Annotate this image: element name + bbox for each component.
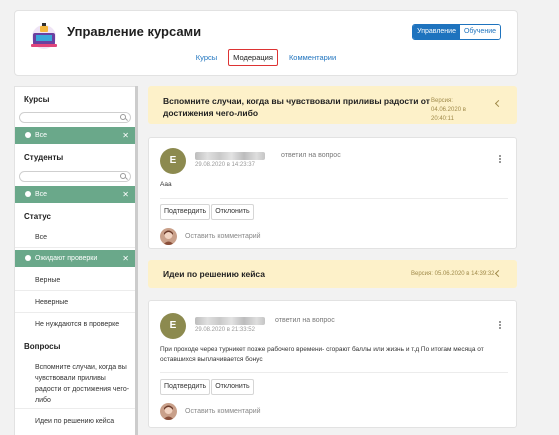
close-icon[interactable]: ✕ <box>122 186 129 203</box>
search-icon <box>120 173 126 179</box>
divider <box>15 408 137 409</box>
avatar: E <box>160 148 186 174</box>
more-vertical-icon[interactable] <box>499 155 502 164</box>
approve-button[interactable]: Подтвердить <box>160 204 211 220</box>
mode-manage-button[interactable]: Управление <box>413 25 460 39</box>
question-version: Версия: 04.06.2020 в 20:40:11 <box>431 98 466 122</box>
status-heading: Статус <box>24 212 51 221</box>
status-filter-chip[interactable]: Ожидают проверки ✕ <box>15 250 137 267</box>
sidebar-scrollbar[interactable] <box>135 86 138 435</box>
question-filter-2[interactable]: Идеи по решению кейса <box>35 417 114 427</box>
questions-heading: Вопросы <box>24 342 61 351</box>
more-vertical-icon[interactable] <box>499 321 502 330</box>
filter-sidebar: Курсы Все ✕ Студенты Все ✕ Статус Все Ож… <box>14 86 137 435</box>
students-search-input[interactable] <box>19 171 131 182</box>
search-icon <box>120 114 126 120</box>
close-icon[interactable]: ✕ <box>122 127 129 144</box>
answer-card: E ответил на вопрос 29.08.2020 в 14:23:3… <box>148 137 517 249</box>
answer-timestamp: 29.08.2020 в 21:33:52 <box>195 327 255 333</box>
question-title: Вспомните случаи, когда вы чувствовали п… <box>163 96 430 118</box>
courses-chip-label: Все <box>35 132 48 139</box>
comment-input[interactable]: Оставить комментарий <box>185 233 261 240</box>
answered-label: ответил на вопрос <box>275 317 335 324</box>
mode-learning-button[interactable]: Обучение <box>459 25 500 39</box>
status-all[interactable]: Все <box>35 233 47 243</box>
moderation-actions: Подтвердить Отклонить <box>160 204 254 220</box>
answer-text: При проходе через турникет позже рабочег… <box>160 346 484 363</box>
divider <box>15 312 137 313</box>
question-version: Версия: 05.06.2020 в 14:39:32 <box>411 271 495 277</box>
divider <box>15 290 137 291</box>
courses-heading: Курсы <box>24 95 50 104</box>
student-name-blurred <box>195 152 265 160</box>
tab-comments[interactable]: Комментарии <box>284 49 341 66</box>
divider <box>15 247 137 248</box>
answer-text: Ааа <box>160 181 172 188</box>
avatar: E <box>160 313 186 339</box>
answer-timestamp: 29.08.2020 в 14:23:37 <box>195 162 255 168</box>
page-title: Управление курсами <box>67 24 202 39</box>
reject-button[interactable]: Отклонить <box>211 204 254 220</box>
check-circle-icon <box>25 254 31 261</box>
question-banner[interactable]: Идеи по решению кейса Версия: 05.06.2020… <box>148 260 517 288</box>
question-title: Идеи по решению кейса <box>163 269 265 279</box>
status-chip-label: Ожидают проверки <box>35 255 98 262</box>
question-banner[interactable]: Вспомните случаи, когда вы чувствовали п… <box>148 86 517 124</box>
divider <box>160 198 508 199</box>
header-card: Управление курсами Управление Обучение К… <box>14 10 518 76</box>
check-circle-icon <box>25 190 31 197</box>
status-correct[interactable]: Верные <box>35 276 60 286</box>
tab-moderation[interactable]: Модерация <box>228 49 278 66</box>
mode-switch: Управление Обучение <box>412 24 501 40</box>
reject-button[interactable]: Отклонить <box>211 379 254 395</box>
user-avatar-icon <box>160 228 177 245</box>
question-filter-1[interactable]: Вспомните случаи, когда вы чувствовали п… <box>35 362 131 406</box>
status-wrong[interactable]: Неверные <box>35 298 68 308</box>
course-logo-icon <box>31 23 57 49</box>
nav-tabs: Курсы Модерация Комментарии <box>15 49 517 66</box>
courses-search-input[interactable] <box>19 112 131 123</box>
check-circle-icon <box>25 131 31 138</box>
status-no-check[interactable]: Не нуждаются в проверке <box>35 320 119 330</box>
students-filter-chip[interactable]: Все ✕ <box>15 186 137 203</box>
close-icon[interactable]: ✕ <box>122 250 129 267</box>
students-chip-label: Все <box>35 191 48 198</box>
answered-label: ответил на вопрос <box>281 152 341 159</box>
courses-filter-chip[interactable]: Все ✕ <box>15 127 137 144</box>
tab-courses[interactable]: Курсы <box>191 49 222 66</box>
students-heading: Студенты <box>24 153 64 162</box>
approve-button[interactable]: Подтвердить <box>160 379 211 395</box>
moderation-actions: Подтвердить Отклонить <box>160 379 254 395</box>
answer-card: E ответил на вопрос 29.08.2020 в 21:33:5… <box>148 300 517 428</box>
divider <box>160 372 508 373</box>
chevron-left-icon[interactable] <box>494 99 503 108</box>
user-avatar-icon <box>160 403 177 420</box>
student-name-blurred <box>195 317 265 325</box>
comment-input[interactable]: Оставить комментарий <box>185 408 261 415</box>
